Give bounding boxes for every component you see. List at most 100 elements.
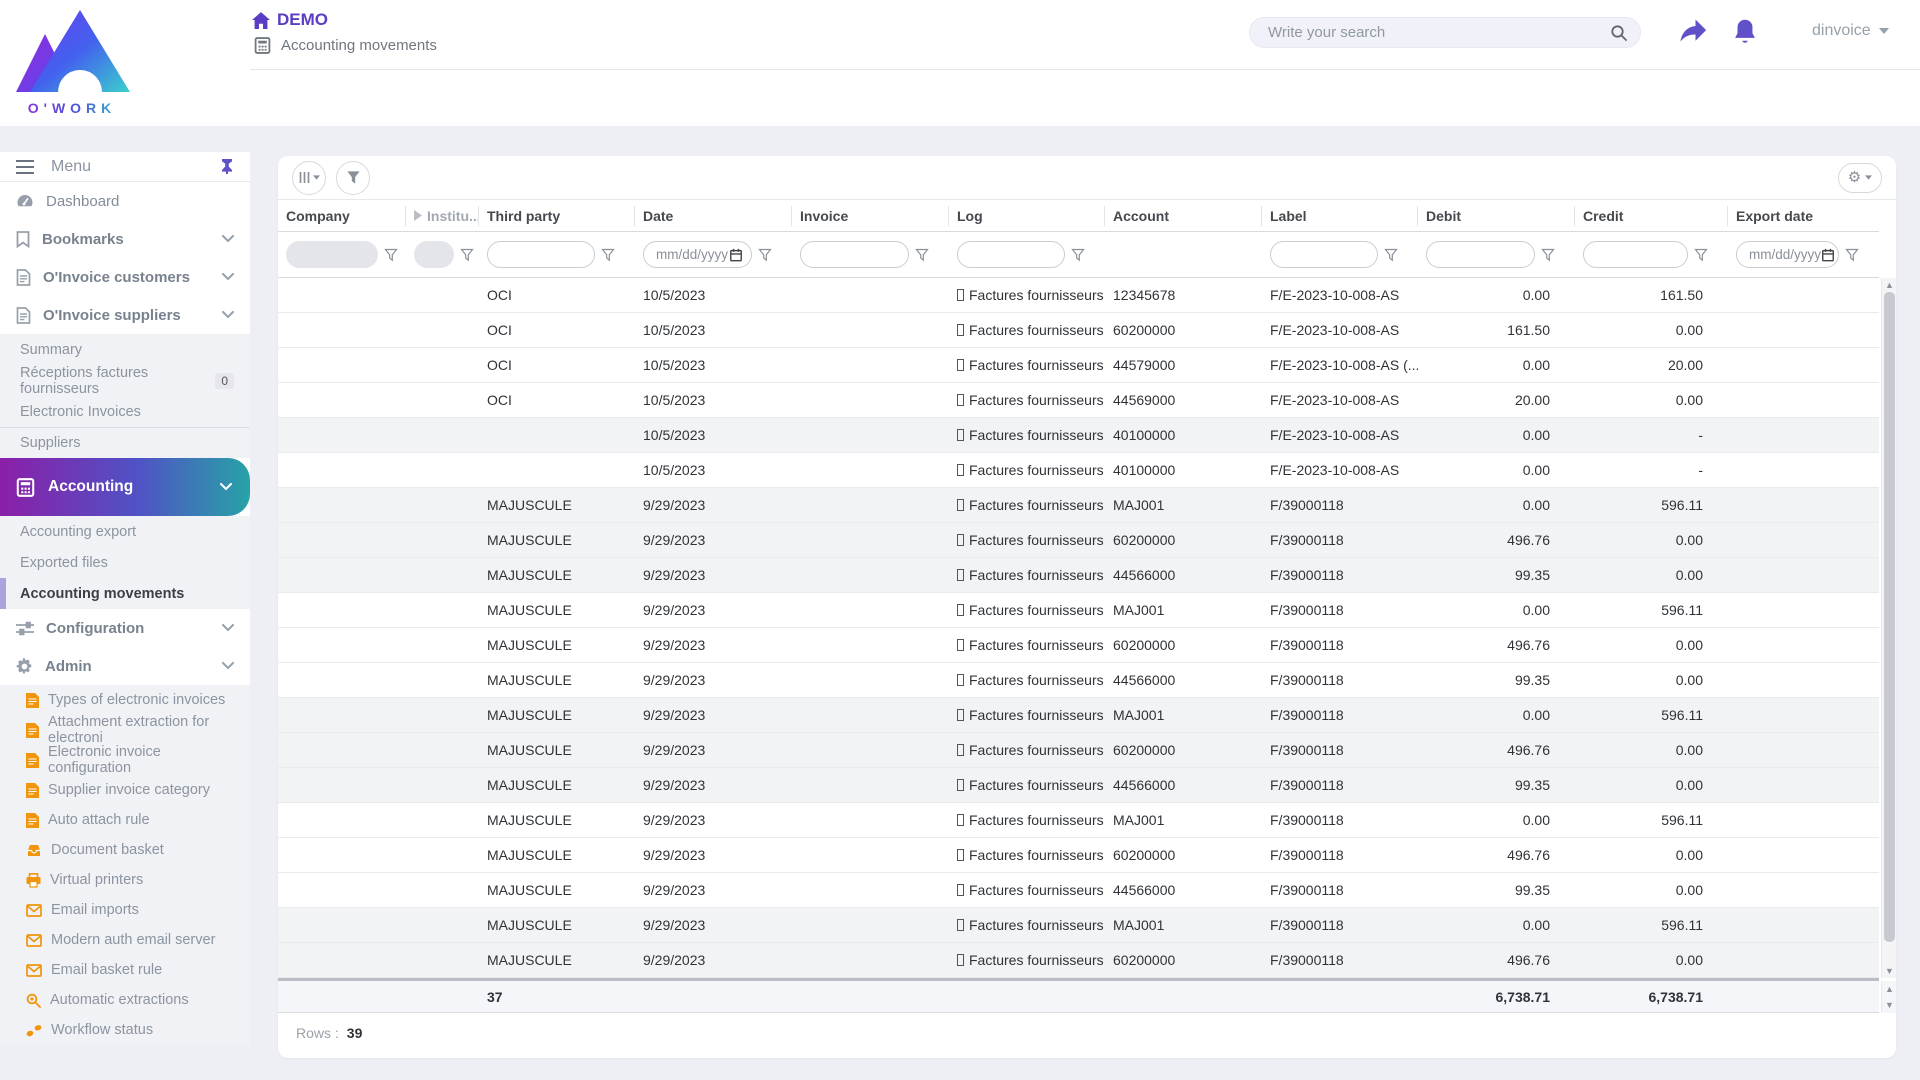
sidebar-item-configuration[interactable]: Configuration (0, 609, 250, 647)
group-expand-icon[interactable] (414, 210, 422, 221)
cell-date: 9/29/2023 (643, 532, 706, 548)
scroll-down-icon[interactable]: ▼ (1882, 966, 1897, 976)
filter-funnel-icon[interactable] (384, 248, 398, 262)
sidebar-item-o-invoice-suppliers[interactable]: O'Invoice suppliers (0, 296, 250, 334)
filter-funnel-icon[interactable] (1384, 248, 1398, 262)
filter-funnel-icon[interactable] (915, 248, 929, 262)
table-row[interactable]: MAJUSCULE 9/29/2023 Factures fournisseurs M… (278, 488, 1879, 523)
sidebar-item-electronic-invoice-configuration[interactable]: Electronic invoice configuration (0, 744, 250, 776)
column-header-export-date[interactable]: Export date (1728, 206, 1879, 226)
sidebar-item-email-imports[interactable]: Email imports (0, 895, 250, 925)
column-chooser-button[interactable] (292, 160, 326, 195)
sidebar-item-virtual-printers[interactable]: Virtual printers (0, 865, 250, 895)
filter-button[interactable] (336, 160, 370, 195)
chevron-down-icon (222, 624, 234, 632)
sidebar-item-suppliers[interactable]: Suppliers (0, 427, 250, 458)
filter-funnel-icon[interactable] (1694, 248, 1708, 262)
table-row[interactable]: MAJUSCULE 9/29/2023 Factures fournisseurs 6… (278, 733, 1879, 768)
column-header-debit[interactable]: Debit (1418, 205, 1575, 226)
table-row[interactable]: MAJUSCULE 9/29/2023 Factures fournisseurs M… (278, 593, 1879, 628)
scrollbar-thumb[interactable] (1884, 292, 1895, 942)
column-header-log[interactable]: Log (949, 205, 1105, 226)
filter-funnel-icon[interactable] (1541, 248, 1555, 262)
filter-date-date[interactable]: mm/dd/yyyy (643, 241, 752, 268)
search-icon[interactable] (1610, 24, 1628, 42)
sidebar-item-attachment-extraction-for-electroni[interactable]: Attachment extraction for electroni (0, 714, 250, 746)
column-header-company[interactable]: Company (278, 205, 406, 226)
sidebar-item-summary[interactable]: Summary (0, 334, 250, 365)
filter-funnel-icon[interactable] (758, 248, 772, 262)
column-header-third-party[interactable]: Third party (479, 205, 635, 226)
column-header-invoice[interactable]: Invoice (792, 205, 949, 226)
table-row[interactable]: OCI 10/5/2023 Factures fournisseurs 6020000… (278, 313, 1879, 348)
sidebar-item-workflow-status[interactable]: Workflow status (0, 1015, 250, 1045)
share-icon[interactable] (1678, 18, 1708, 46)
scroll-down-icon[interactable]: ▼ (1882, 1000, 1897, 1010)
sidebar-item-r-ceptions-factures-fournisseurs[interactable]: Réceptions factures fournisseurs 0 (0, 365, 250, 397)
filter-input-log[interactable] (957, 241, 1065, 268)
table-row[interactable]: MAJUSCULE 9/29/2023 Factures fournisseurs 4… (278, 873, 1879, 908)
table-row[interactable]: MAJUSCULE 9/29/2023 Factures fournisseurs M… (278, 908, 1879, 943)
column-header-institution[interactable]: Institu... (406, 205, 479, 226)
scroll-up-icon[interactable]: ▲ (1882, 280, 1897, 290)
summary-scroll-stub[interactable]: ▲ ▼ (1881, 981, 1896, 1013)
filter-funnel-icon[interactable] (1071, 248, 1085, 262)
column-header-date[interactable]: Date (635, 205, 792, 226)
table-row[interactable]: OCI 10/5/2023 Factures fournisseurs 4456900… (278, 383, 1879, 418)
filter-input-invoice[interactable] (800, 241, 909, 268)
sidebar-item-automatic-extractions[interactable]: Automatic extractions (0, 985, 250, 1015)
scroll-up-icon[interactable]: ▲ (1882, 984, 1897, 994)
sidebar-item-accounting[interactable]: Accounting (0, 458, 250, 516)
table-row[interactable]: MAJUSCULE 9/29/2023 Factures fournisseurs 6… (278, 838, 1879, 873)
table-row[interactable]: MAJUSCULE 9/29/2023 Factures fournisseurs 6… (278, 523, 1879, 558)
sidebar-item-accounting-movements[interactable]: Accounting movements (0, 578, 250, 609)
table-row[interactable]: MAJUSCULE 9/29/2023 Factures fournisseurs 6… (278, 943, 1879, 978)
sidebar-item-document-basket[interactable]: Document basket (0, 835, 250, 865)
table-row[interactable]: MAJUSCULE 9/29/2023 Factures fournisseurs 4… (278, 663, 1879, 698)
table-row[interactable]: MAJUSCULE 9/29/2023 Factures fournisseurs 4… (278, 768, 1879, 803)
column-header-label[interactable]: Label (1262, 205, 1418, 226)
filter-input-debit[interactable] (1426, 241, 1535, 268)
table-row[interactable]: MAJUSCULE 9/29/2023 Factures fournisseurs 6… (278, 628, 1879, 663)
sidebar-item-bookmarks[interactable]: Bookmarks (0, 220, 250, 258)
filter-input-credit[interactable] (1583, 241, 1688, 268)
sidebar-item-email-basket-rule[interactable]: Email basket rule (0, 955, 250, 985)
sidebar-item-exported-files[interactable]: Exported files (0, 547, 250, 578)
breadcrumb-root[interactable]: DEMO (252, 10, 437, 30)
filter-funnel-icon[interactable] (601, 248, 615, 262)
table-row[interactable]: OCI 10/5/2023 Factures fournisseurs 1234567… (278, 278, 1879, 313)
table-row[interactable]: MAJUSCULE 9/29/2023 Factures fournisseurs 4… (278, 558, 1879, 593)
search-input[interactable] (1250, 24, 1610, 41)
table-row[interactable]: 10/5/2023 Factures fournisseurs 40100000 F/… (278, 418, 1879, 453)
column-header-account[interactable]: Account (1105, 205, 1262, 226)
filter-date-export-date[interactable]: mm/dd/yyyy (1736, 241, 1839, 268)
filter-funnel-icon[interactable] (1845, 248, 1859, 262)
sidebar-item-auto-attach-rule[interactable]: Auto attach rule (0, 805, 250, 835)
pin-icon[interactable] (220, 159, 234, 174)
sidebar-item-supplier-invoice-category[interactable]: Supplier invoice category (0, 775, 250, 805)
table-settings-button[interactable]: ⚙ (1838, 162, 1882, 193)
notifications-bell-icon[interactable] (1732, 18, 1758, 46)
cell-third-party: MAJUSCULE (487, 952, 572, 968)
sidebar-item-admin[interactable]: Admin (0, 647, 250, 685)
column-header-credit[interactable]: Credit (1575, 205, 1728, 226)
filter-funnel-icon[interactable] (460, 248, 474, 262)
sidebar-item-electronic-invoices[interactable]: Electronic Invoices (0, 396, 250, 427)
filter-input-third-party[interactable] (487, 241, 595, 268)
sidebar-item-o-invoice-customers[interactable]: O'Invoice customers (0, 258, 250, 296)
cell-third-party: MAJUSCULE (487, 777, 572, 793)
vertical-scrollbar[interactable]: ▲ ▼ (1881, 278, 1896, 978)
hamburger-icon[interactable] (16, 159, 34, 174)
sidebar-item-types-of-electronic-invoices[interactable]: Types of electronic invoices (0, 685, 250, 715)
invoice-icon (16, 268, 31, 286)
cell-credit: - (1698, 427, 1703, 443)
table-row[interactable]: MAJUSCULE 9/29/2023 Factures fournisseurs M… (278, 803, 1879, 838)
filter-input-label[interactable] (1270, 241, 1378, 268)
user-menu[interactable]: dinvoice (1812, 22, 1889, 40)
sidebar-item-modern-auth-email-server[interactable]: Modern auth email server (0, 925, 250, 955)
sidebar-item-accounting-export[interactable]: Accounting export (0, 516, 250, 547)
table-row[interactable]: 10/5/2023 Factures fournisseurs 40100000 F/… (278, 453, 1879, 488)
table-row[interactable]: OCI 10/5/2023 Factures fournisseurs 4457900… (278, 348, 1879, 383)
table-row[interactable]: MAJUSCULE 9/29/2023 Factures fournisseurs M… (278, 698, 1879, 733)
sidebar-item-dashboard[interactable]: Dashboard (0, 182, 250, 220)
